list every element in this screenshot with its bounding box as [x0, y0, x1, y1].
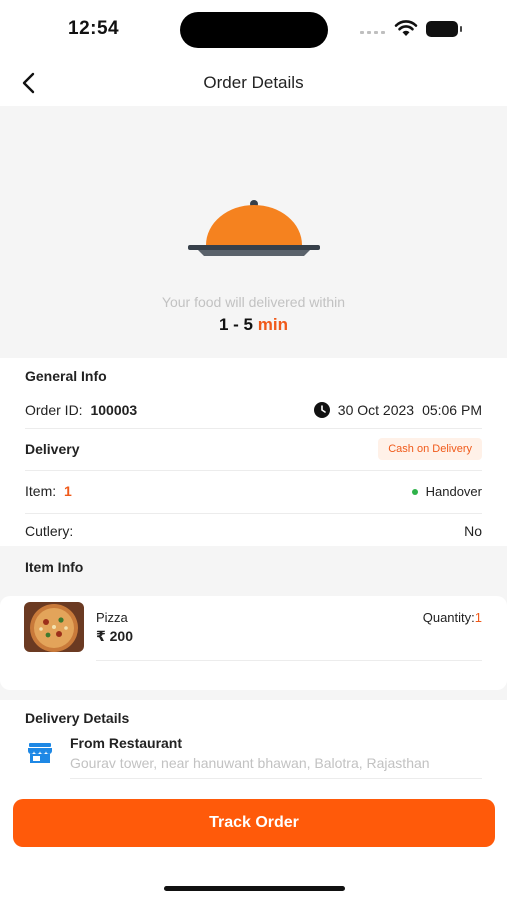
pickup-address: Gourav tower, near hanuwant bhawan, Balo… [70, 755, 430, 771]
cutlery-row: Cutlery: No [25, 523, 482, 539]
divider [25, 470, 482, 471]
order-item-card[interactable]: Pizza ₹ 200 Quantity:1 [0, 596, 507, 690]
divider [25, 428, 482, 429]
order-time: 05:06 PM [422, 402, 482, 418]
delivery-row: Delivery Cash on Delivery [25, 438, 482, 460]
pizza-image [24, 602, 84, 652]
divider [70, 778, 482, 779]
delivery-time-range: 1 - 5 [219, 315, 254, 334]
food-cloche-icon [188, 198, 320, 265]
cutlery-label: Cutlery: [25, 523, 74, 539]
store-icon [28, 742, 52, 769]
page-title: Order Details [203, 73, 304, 92]
item-quantity: Quantity:1 [423, 610, 482, 625]
order-id-label: Order ID: [25, 402, 83, 418]
wifi-icon [394, 19, 418, 42]
cellular-signal-icon [360, 31, 385, 34]
cutlery-value: No [464, 523, 482, 539]
item-name: Pizza [96, 610, 128, 625]
delivery-time-unit: min [257, 315, 288, 334]
pickup-label: From Restaurant [70, 735, 183, 751]
item-info-title: Item Info [25, 559, 84, 575]
status-time: 12:54 [68, 18, 120, 39]
order-id-value: 100003 [90, 402, 138, 418]
general-info-title: General Info [25, 368, 107, 384]
clock-icon [313, 402, 330, 418]
order-id-row: Order ID: 100003 30 Oct 2023 05:06 PM [25, 402, 482, 418]
order-date: 30 Oct 2023 [337, 402, 415, 418]
status-dot-icon [411, 489, 418, 496]
dynamic-island [180, 12, 328, 48]
item-quantity-value: 1 [474, 610, 482, 625]
item-quantity-label: Quantity: [422, 610, 475, 625]
delivery-details-section: Delivery Details From Restaurant Gourav … [0, 700, 507, 810]
home-indicator [164, 886, 345, 891]
status-bar: 12:54 [0, 0, 507, 60]
item-count-label: Item: [25, 483, 57, 499]
divider [25, 513, 482, 514]
item-price: ₹ 200 [96, 628, 133, 644]
app-header: Order Details [0, 60, 507, 106]
delivery-label: Delivery [25, 441, 80, 457]
payment-method-badge: Cash on Delivery [378, 438, 482, 460]
track-order-button[interactable]: Track Order [13, 799, 495, 847]
delivery-details-title: Delivery Details [25, 710, 130, 726]
divider [96, 660, 482, 661]
order-status: Handover [425, 483, 482, 499]
delivery-estimate-label: Your food will delivered within [161, 294, 346, 310]
item-count-value: 1 [64, 483, 72, 499]
delivery-estimate-time: 1 - 5 min [0, 315, 507, 335]
delivery-estimate-banner: Your food will delivered within 1 - 5 mi… [0, 106, 507, 358]
battery-icon [426, 21, 462, 37]
item-count-row: Item: 1 Handover [25, 483, 482, 499]
general-info-section: General Info Order ID: 100003 30 Oct 202… [0, 358, 507, 546]
